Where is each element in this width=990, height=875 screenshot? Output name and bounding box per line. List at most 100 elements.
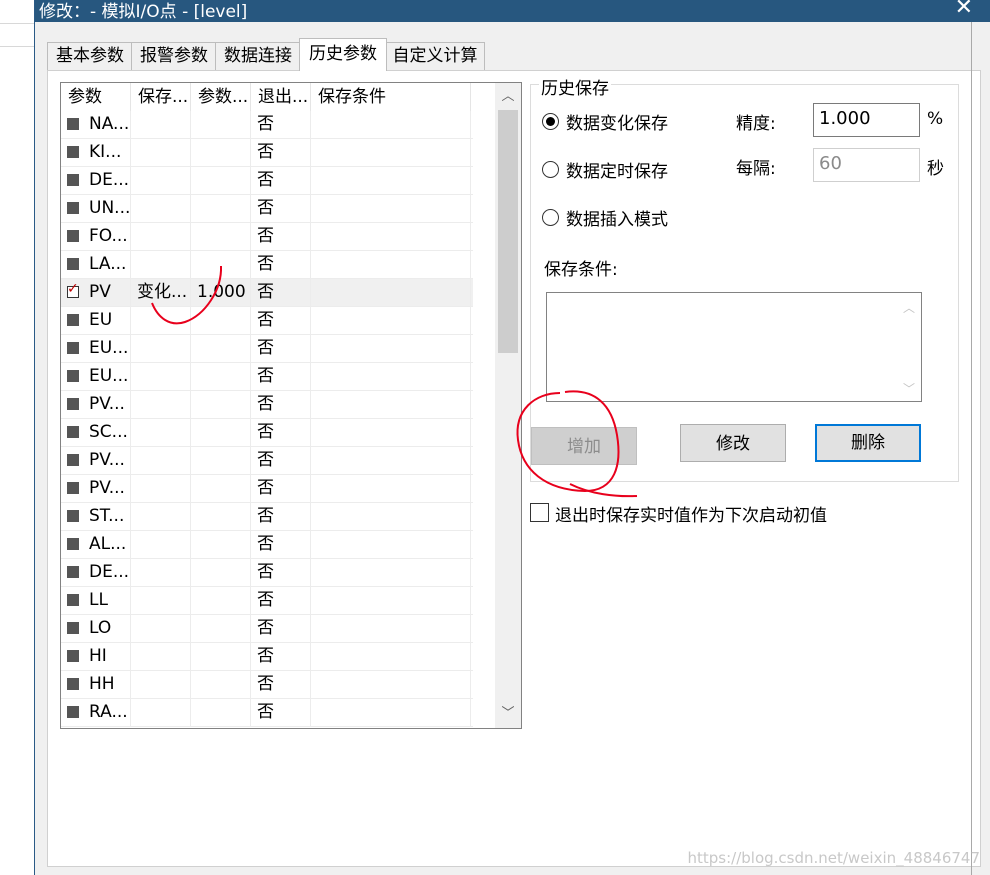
tab-alarm-params[interactable]: 报警参数 [131,42,217,70]
radio-change-save-label[interactable]: 数据变化保存 [566,109,668,134]
table-row[interactable]: NA... 否 [61,111,473,139]
list-scrollbar[interactable]: ︿ ﹀ [495,83,521,728]
radio-insert-mode[interactable] [542,209,559,226]
cell-cond [311,475,471,502]
cell-cond [311,335,471,362]
table-row[interactable]: PV... 否 [61,447,473,475]
cell-exit: 否 [251,307,311,334]
cell-save [131,447,191,474]
cell-save [131,559,191,586]
background-window [0,0,34,875]
cell-value [191,671,251,698]
group-label: 历史保存 [539,74,611,99]
cell-param: UN... [61,195,131,222]
cell-save [131,531,191,558]
cell-exit: 否 [251,531,311,558]
exit-save-checkbox[interactable] [530,503,549,522]
precision-input[interactable]: 1.000 [813,103,920,137]
cell-cond [311,279,471,306]
cell-save [131,335,191,362]
dialog-window: 修改：- 模拟I/O点 - [level] ✕ 基本参数 报警参数 数据连接 历… [34,0,990,875]
column-save[interactable]: 保存... [131,83,191,111]
table-row[interactable]: EU... 否 [61,335,473,363]
cell-exit: 否 [251,671,311,698]
column-condition[interactable]: 保存条件 [311,83,471,111]
cell-save [131,251,191,278]
cell-save [131,419,191,446]
table-row[interactable]: DE... 否 [61,167,473,195]
tab-history-params[interactable]: 历史参数 [299,38,387,71]
table-row[interactable]: RA... 否 [61,699,473,727]
cell-value [191,335,251,362]
cell-cond [311,251,471,278]
history-save-group: 历史保存 数据变化保存 数据定时保存 数据插入模式 精度: 1.000 % 每隔… [530,74,959,482]
table-row[interactable]: KI... 否 [61,139,473,167]
cell-param: SC... [61,419,131,446]
table-row[interactable]: EU 否 [61,307,473,335]
tab-basic-params[interactable]: 基本参数 [47,42,133,70]
radio-timed-save[interactable] [542,161,559,178]
exit-save-checkbox-label[interactable]: 退出时保存实时值作为下次启动初值 [555,501,827,526]
cell-save [131,139,191,166]
scroll-up-icon[interactable]: ︿ [495,85,521,109]
table-row[interactable]: LO 否 [61,615,473,643]
cell-param: HI [61,643,131,670]
close-icon[interactable]: ✕ [955,0,973,20]
column-value[interactable]: 参数... [191,83,251,111]
cell-exit: 否 [251,503,311,530]
table-row[interactable]: AL... 否 [61,531,473,559]
list-header: 参数 保存... 参数... 退出... 保存条件 [61,83,473,111]
radio-change-save[interactable] [542,113,559,130]
cell-exit: 否 [251,139,311,166]
table-row[interactable]: HH 否 [61,671,473,699]
cell-value [191,195,251,222]
cell-save [131,223,191,250]
cell-save [131,671,191,698]
table-row[interactable]: PV... 否 [61,475,473,503]
condition-textarea[interactable]: ︿ ﹀ [546,292,922,402]
window-right-border [971,22,972,875]
tab-data-connection[interactable]: 数据连接 [215,42,301,70]
interval-input[interactable]: 60 [813,148,920,182]
column-exit[interactable]: 退出... [251,83,311,111]
table-row[interactable]: FO... 否 [61,223,473,251]
param-list[interactable]: 参数 保存... 参数... 退出... 保存条件 NA... 否 KI... 否 DE… [60,82,522,729]
cell-exit: 否 [251,447,311,474]
table-row[interactable]: LA... 否 [61,251,473,279]
cell-value: 1.000 [191,279,251,306]
table-row[interactable]: PV... 否 [61,391,473,419]
scroll-thumb[interactable] [498,110,518,353]
radio-insert-mode-label[interactable]: 数据插入模式 [566,205,668,230]
cell-value [191,475,251,502]
cell-save [131,307,191,334]
table-row[interactable]: ST... 否 [61,503,473,531]
cell-save [131,587,191,614]
memo-scroll-down-icon[interactable]: ﹀ [903,380,915,397]
column-param[interactable]: 参数 [61,83,131,111]
cell-cond [311,363,471,390]
cell-param: PV... [61,391,131,418]
precision-unit: % [927,109,944,129]
table-row[interactable]: DE... 否 [61,559,473,587]
radio-timed-save-label[interactable]: 数据定时保存 [566,157,668,182]
delete-button[interactable]: 删除 [815,424,921,462]
table-row[interactable]: LL 否 [61,587,473,615]
cell-value [191,251,251,278]
cell-value [191,363,251,390]
table-row[interactable]: SC... 否 [61,419,473,447]
modify-button[interactable]: 修改 [680,424,786,462]
table-row[interactable]: PV变化...1.000否 [61,279,473,307]
tab-custom-calc[interactable]: 自定义计算 [385,42,485,70]
table-row[interactable]: UN... 否 [61,195,473,223]
memo-scroll-up-icon[interactable]: ︿ [903,299,915,316]
scroll-down-icon[interactable]: ﹀ [495,702,521,726]
table-row[interactable]: HI 否 [61,643,473,671]
cell-value [191,223,251,250]
table-row[interactable]: EU... 否 [61,363,473,391]
cell-value [191,699,251,726]
add-button[interactable]: 增加 [531,427,637,465]
cell-param: PV [61,279,131,306]
cell-value [191,615,251,642]
cell-save [131,643,191,670]
cell-param: ST... [61,503,131,530]
